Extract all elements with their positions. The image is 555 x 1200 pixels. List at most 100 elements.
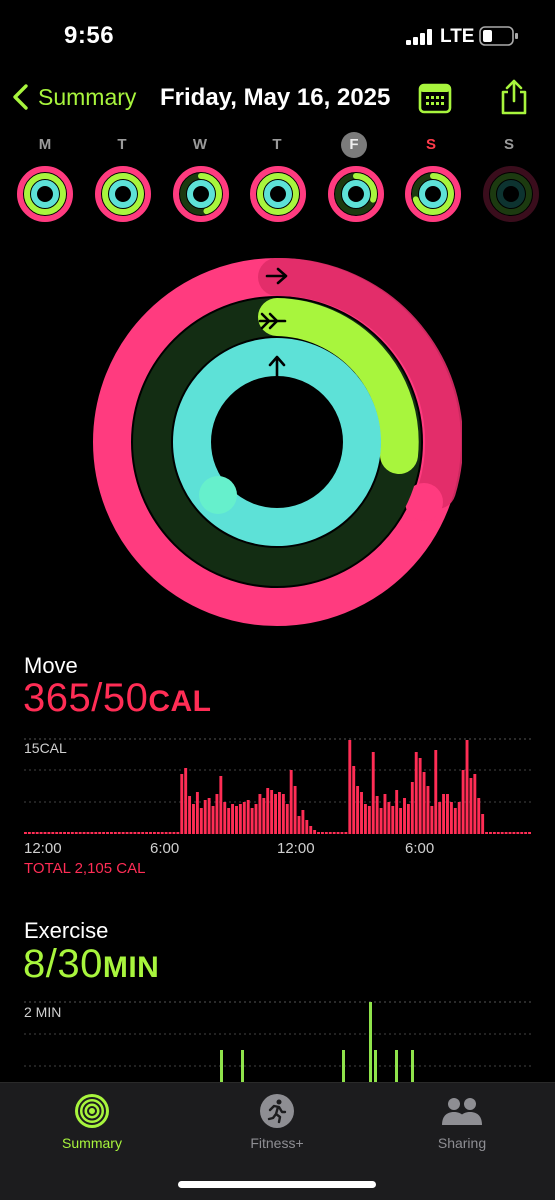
move-bar — [172, 832, 176, 834]
move-bar — [78, 832, 82, 834]
move-bar — [51, 832, 55, 834]
move-bar — [391, 806, 395, 834]
move-value-number: 365/50 — [23, 676, 149, 720]
move-bar — [117, 832, 121, 834]
day-label-tue: T — [117, 136, 127, 153]
move-value: 365/50CAL — [23, 676, 212, 721]
move-bar — [367, 806, 371, 834]
move-bar — [399, 808, 403, 834]
move-bar — [500, 832, 504, 834]
move-bar — [39, 832, 43, 834]
move-bar — [430, 806, 434, 834]
move-bar — [410, 782, 414, 834]
move-bar — [74, 832, 78, 834]
status-time: 9:56 — [64, 22, 115, 49]
move-bar — [152, 832, 156, 834]
day-ring-wed[interactable] — [171, 164, 231, 224]
move-bar — [489, 832, 492, 834]
move-bar — [211, 806, 215, 834]
tab-sharing[interactable]: Sharing — [402, 1093, 522, 1151]
exercise-chart: 2 MIN — [24, 1001, 532, 1082]
exercise-bar — [369, 1002, 372, 1082]
day-label-mon: M — [38, 136, 52, 153]
day-ring-fri[interactable] — [326, 164, 386, 224]
mini-ring-arc — [419, 180, 447, 208]
day-ring-thu[interactable] — [248, 164, 308, 224]
move-bar — [242, 802, 246, 834]
move-bar — [274, 794, 277, 834]
move-bar — [31, 832, 35, 834]
move-bar — [164, 832, 168, 834]
move-bar — [176, 832, 180, 834]
runner-icon — [260, 1094, 294, 1128]
calendar-icon[interactable] — [418, 82, 452, 114]
day-ring-tue[interactable] — [93, 164, 153, 224]
move-bar — [473, 774, 477, 834]
move-bar — [109, 832, 113, 834]
move-bar — [98, 832, 102, 834]
move-bar — [293, 786, 297, 834]
move-bar — [246, 800, 250, 834]
mini-ring-arc — [31, 180, 59, 208]
move-bar — [70, 832, 74, 834]
move-bar — [504, 832, 508, 834]
move-bar — [446, 794, 449, 834]
carrier-label: LTE — [440, 26, 475, 47]
day-ring-mon[interactable] — [15, 164, 75, 224]
exercise-title: Exercise — [24, 918, 109, 943]
move-axis-3: 6:00 — [405, 840, 435, 857]
move-bar — [55, 832, 59, 834]
move-bar — [363, 804, 367, 834]
move-bar — [422, 772, 426, 834]
move-bar — [481, 814, 485, 834]
move-bar — [344, 832, 348, 834]
move-bar — [426, 786, 430, 834]
move-bar — [383, 794, 387, 834]
move-bar — [403, 798, 406, 834]
move-bar — [438, 802, 442, 834]
day-label-sun: S — [503, 136, 514, 153]
move-bar — [133, 832, 137, 834]
move-bar — [262, 798, 266, 834]
day-ring-sun[interactable] — [481, 164, 541, 224]
chevron-left-icon — [13, 84, 28, 110]
move-bar — [414, 752, 418, 834]
day-label-wed: W — [192, 136, 208, 153]
day-label-fri: F — [341, 132, 367, 158]
exercise-value: 8/30MIN — [23, 942, 159, 987]
move-bar — [352, 766, 356, 834]
move-bar — [125, 832, 129, 834]
move-bar — [320, 832, 324, 834]
tab-sharing-label: Sharing — [437, 1135, 487, 1151]
move-bar — [465, 740, 469, 834]
move-bar — [508, 832, 512, 834]
move-bar — [24, 832, 27, 834]
move-axis-0: 12:00 — [24, 840, 62, 857]
move-bar — [180, 774, 184, 834]
back-button[interactable]: Summary — [10, 82, 136, 112]
move-bar — [516, 832, 520, 834]
exercise-value-unit: MIN — [102, 951, 160, 984]
tab-summary[interactable]: Summary — [32, 1093, 152, 1151]
move-bar — [43, 832, 47, 834]
move-bar — [199, 808, 203, 834]
move-bar — [113, 832, 117, 834]
day-ring-sat[interactable] — [403, 164, 463, 224]
exercise-bar — [342, 1050, 345, 1082]
move-bar — [102, 832, 106, 834]
move-total: TOTAL 2,105 CAL — [24, 860, 146, 877]
exercise-bar — [374, 1050, 377, 1082]
back-label: Summary — [38, 83, 137, 110]
move-bar — [238, 804, 242, 834]
exercise-bar — [395, 1050, 398, 1082]
share-icon[interactable] — [498, 78, 530, 116]
signal-icon — [406, 29, 432, 45]
move-bar — [348, 740, 352, 834]
move-bar — [231, 804, 235, 834]
move-axis-2: 12:00 — [277, 840, 315, 857]
mini-ring-arc — [342, 180, 370, 208]
move-bar — [215, 794, 219, 834]
move-bar — [496, 832, 500, 834]
tab-fitness-plus[interactable]: Fitness+ — [217, 1093, 337, 1151]
exercise-value-number: 8/30 — [23, 942, 103, 986]
